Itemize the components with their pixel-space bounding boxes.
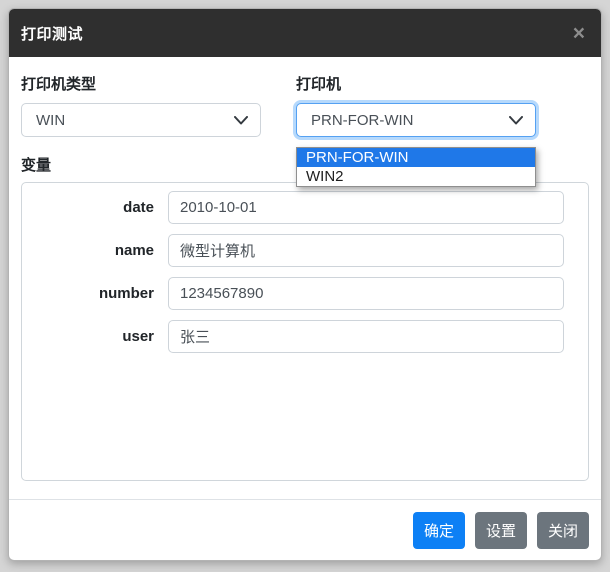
user-field[interactable] (168, 320, 564, 353)
settings-button[interactable]: 设置 (475, 512, 527, 549)
variable-name-user: user (38, 328, 168, 345)
printer-selects-row: 打印机类型 WIN 打印机 PRN-FOR-WIN PRN-FOR-WIN WI… (21, 73, 589, 137)
variable-row: date (38, 191, 564, 224)
variable-row: number (38, 277, 564, 310)
dialog-footer: 确定 设置 关闭 (9, 499, 601, 560)
print-test-dialog: 打印测试 × 打印机类型 WIN 打印机 PRN-FOR-WIN PRN-FOR… (8, 8, 602, 561)
dialog-title: 打印测试 (21, 23, 83, 44)
printer-column: 打印机 PRN-FOR-WIN PRN-FOR-WIN WIN2 (296, 73, 536, 137)
dialog-body: 打印机类型 WIN 打印机 PRN-FOR-WIN PRN-FOR-WIN WI… (9, 57, 601, 486)
printer-type-select[interactable]: WIN (21, 103, 261, 137)
variable-row: user (38, 320, 564, 353)
close-button[interactable]: 关闭 (537, 512, 589, 549)
printer-type-column: 打印机类型 WIN (21, 73, 261, 137)
printer-type-selected-value: WIN (36, 112, 65, 129)
printer-label: 打印机 (296, 73, 536, 94)
variables-fieldset: date name number user (21, 182, 589, 481)
variable-name-name: name (38, 242, 168, 259)
printer-selected-value: PRN-FOR-WIN (311, 112, 413, 129)
dialog-header: 打印测试 × (9, 9, 601, 57)
printer-dropdown-menu: PRN-FOR-WIN WIN2 (296, 147, 536, 187)
name-field[interactable] (168, 234, 564, 267)
printer-option[interactable]: PRN-FOR-WIN (297, 148, 535, 167)
chevron-down-icon (234, 116, 248, 125)
ok-button[interactable]: 确定 (413, 512, 465, 549)
close-icon[interactable]: × (571, 23, 587, 44)
date-field[interactable] (168, 191, 564, 224)
printer-select[interactable]: PRN-FOR-WIN (296, 103, 536, 137)
variable-name-number: number (38, 285, 168, 302)
chevron-down-icon (509, 116, 523, 125)
variable-name-date: date (38, 199, 168, 216)
variable-row: name (38, 234, 564, 267)
printer-type-label: 打印机类型 (21, 73, 261, 94)
printer-option[interactable]: WIN2 (297, 167, 535, 186)
number-field[interactable] (168, 277, 564, 310)
